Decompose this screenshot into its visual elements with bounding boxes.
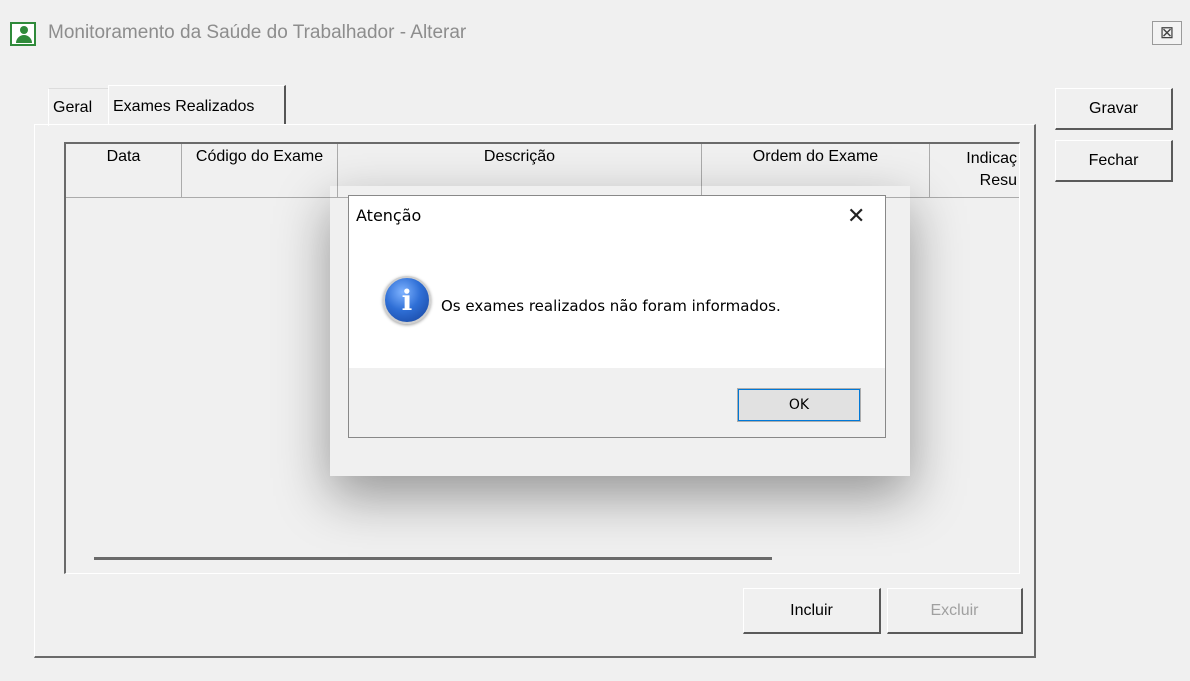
column-header-indicacao-resultado[interactable]: Indicaç Resu <box>930 144 1019 198</box>
excluir-button: Excluir <box>887 588 1023 634</box>
dialog-message: Os exames realizados não foram informado… <box>441 297 781 315</box>
dialog-close-icon[interactable]: ✕ <box>847 204 865 229</box>
attention-dialog: Atenção ✕ i Os exames realizados não for… <box>348 195 886 438</box>
incluir-button[interactable]: Incluir <box>743 588 881 634</box>
tab-geral[interactable]: Geral <box>48 88 108 126</box>
column-header-codigo-exame[interactable]: Código do Exame <box>182 144 338 198</box>
fechar-button[interactable]: Fechar <box>1055 140 1173 182</box>
horizontal-scrollbar[interactable] <box>94 557 772 560</box>
dialog-title: Atenção <box>356 206 422 225</box>
ok-button[interactable]: OK <box>737 388 861 422</box>
gravar-button[interactable]: Gravar <box>1055 88 1173 130</box>
tab-exames-realizados[interactable]: Exames Realizados <box>108 85 286 125</box>
app-icon <box>10 22 36 46</box>
window-title: Monitoramento da Saúde do Trabalhador - … <box>48 22 467 43</box>
column-header-data[interactable]: Data <box>66 144 182 198</box>
window-close-button[interactable]: ⊠ <box>1152 21 1182 45</box>
info-icon: i <box>383 276 431 324</box>
